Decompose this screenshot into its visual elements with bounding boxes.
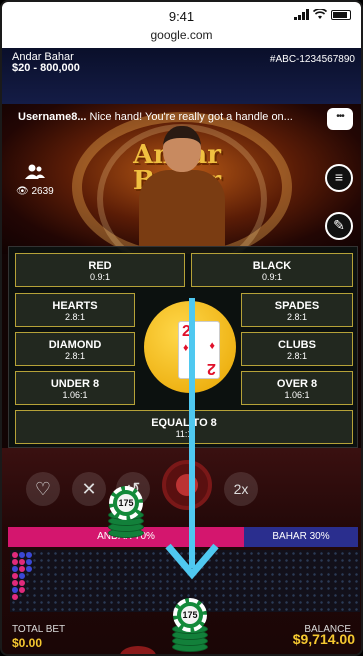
chip-selector[interactable]: 175 (172, 598, 208, 654)
bet-hearts-odds: 2.8:1 (64, 312, 86, 322)
bet-diamond[interactable]: DIAMOND 2.8:1 (15, 332, 135, 366)
chip-175[interactable]: 175 (109, 486, 143, 520)
favorites-heart-icon[interactable]: ♡ (26, 472, 60, 506)
bet-clubs-label: CLUBS (278, 339, 316, 351)
roadmap-bead (19, 587, 25, 593)
roadmap-bead (19, 580, 25, 586)
bet-red-odds: 0.9:1 (89, 272, 111, 282)
roadmap-bead (26, 552, 32, 558)
roadmap-bead (12, 559, 18, 565)
bahar-percentage: BAHAR 30% (244, 527, 358, 547)
roadmap-bead (12, 594, 18, 600)
round-id: #ABC-1234567890 (269, 54, 355, 65)
users-icon (24, 164, 45, 179)
bet-diamond-odds: 2.8:1 (64, 351, 86, 361)
bet-red[interactable]: RED 0.9:1 (15, 253, 185, 287)
bet-diamond-label: DIAMOND (48, 339, 102, 351)
roadmap-bead (19, 573, 25, 579)
roadmap-bead (19, 559, 25, 565)
menu-icon[interactable]: ≡ (325, 164, 353, 192)
dragged-chip[interactable]: 175 (108, 486, 144, 540)
bet-spades[interactable]: SPADES 2.8:1 (241, 293, 353, 327)
bet-spades-label: SPADES (274, 300, 320, 312)
viewer-count: 👁 2639 (16, 164, 54, 197)
dealer-head (163, 126, 201, 172)
battery-icon (331, 9, 351, 20)
phone-frame: 9:41 google.com Andar Bahar $20 - 800,00… (0, 0, 363, 656)
roadmap-bead (12, 566, 18, 572)
roadmap-bead (26, 566, 32, 572)
live-video: Andar Bahar Username8... Nice hand! You'… (2, 104, 361, 254)
chip-175-stack[interactable]: 175 (173, 598, 207, 632)
status-bar: 9:41 (2, 2, 361, 28)
roadmap-bead (12, 580, 18, 586)
clear-bets-icon[interactable]: ✕ (72, 472, 106, 506)
drag-arrow-icon (165, 298, 219, 580)
bet-over-8-odds: 1.06:1 (284, 390, 310, 400)
bet-clubs[interactable]: CLUBS 2.8:1 (241, 332, 353, 366)
roadmap-bead (12, 587, 18, 593)
chat-message: Username8... Nice hand! You're really go… (18, 111, 293, 123)
bet-clubs-odds: 2.8:1 (286, 351, 308, 361)
bet-red-label: RED (88, 260, 112, 272)
status-icons (294, 9, 351, 20)
bet-black-odds: 0.9:1 (261, 272, 283, 282)
roadmap-bead (26, 559, 32, 565)
total-bet-label: TOTAL BET (12, 624, 66, 635)
wifi-icon (313, 9, 327, 19)
chat-icon[interactable] (327, 108, 353, 130)
bet-under-8[interactable]: UNDER 8 1.06:1 (15, 371, 135, 405)
bet-hearts-label: HEARTS (52, 300, 98, 312)
double-bet-button[interactable]: 2x (224, 472, 258, 506)
table-limits: $20 - 800,000 (12, 62, 80, 74)
bet-under-8-odds: 1.06:1 (62, 390, 88, 400)
dealer (137, 126, 227, 254)
eye-icon: 👁 (16, 186, 29, 197)
balance-value: $9,714.00 (292, 631, 355, 647)
bet-under-8-label: UNDER 8 (50, 378, 100, 390)
bet-black[interactable]: BLACK 0.9:1 (191, 253, 353, 287)
chip-value: 175 (117, 494, 135, 512)
chat-text: Nice hand! You're really got a handle on… (89, 111, 293, 123)
bet-spades-odds: 2.8:1 (286, 312, 308, 322)
roadmap-bead (19, 552, 25, 558)
bet-over-8-label: OVER 8 (276, 378, 318, 390)
roadmap-bead (12, 573, 18, 579)
roadmap-bead (12, 552, 18, 558)
chip-settings-icon[interactable]: ✎ (325, 212, 353, 240)
dealer-body (139, 170, 225, 254)
roadmap-bead (19, 566, 25, 572)
total-bet-value: $0.00 (12, 636, 43, 650)
bet-black-label: BLACK (252, 260, 292, 272)
bet-hearts[interactable]: HEARTS 2.8:1 (15, 293, 135, 327)
chip-stack-value: 175 (181, 606, 199, 624)
bet-over-8[interactable]: OVER 8 1.06:1 (241, 371, 353, 405)
game-header: Andar Bahar $20 - 800,000 #ABC-123456789… (2, 48, 361, 104)
url-bar[interactable]: google.com (2, 28, 361, 48)
viewer-number: 2639 (31, 186, 54, 197)
chat-username: Username8... (18, 111, 87, 123)
signal-icon (294, 9, 309, 20)
